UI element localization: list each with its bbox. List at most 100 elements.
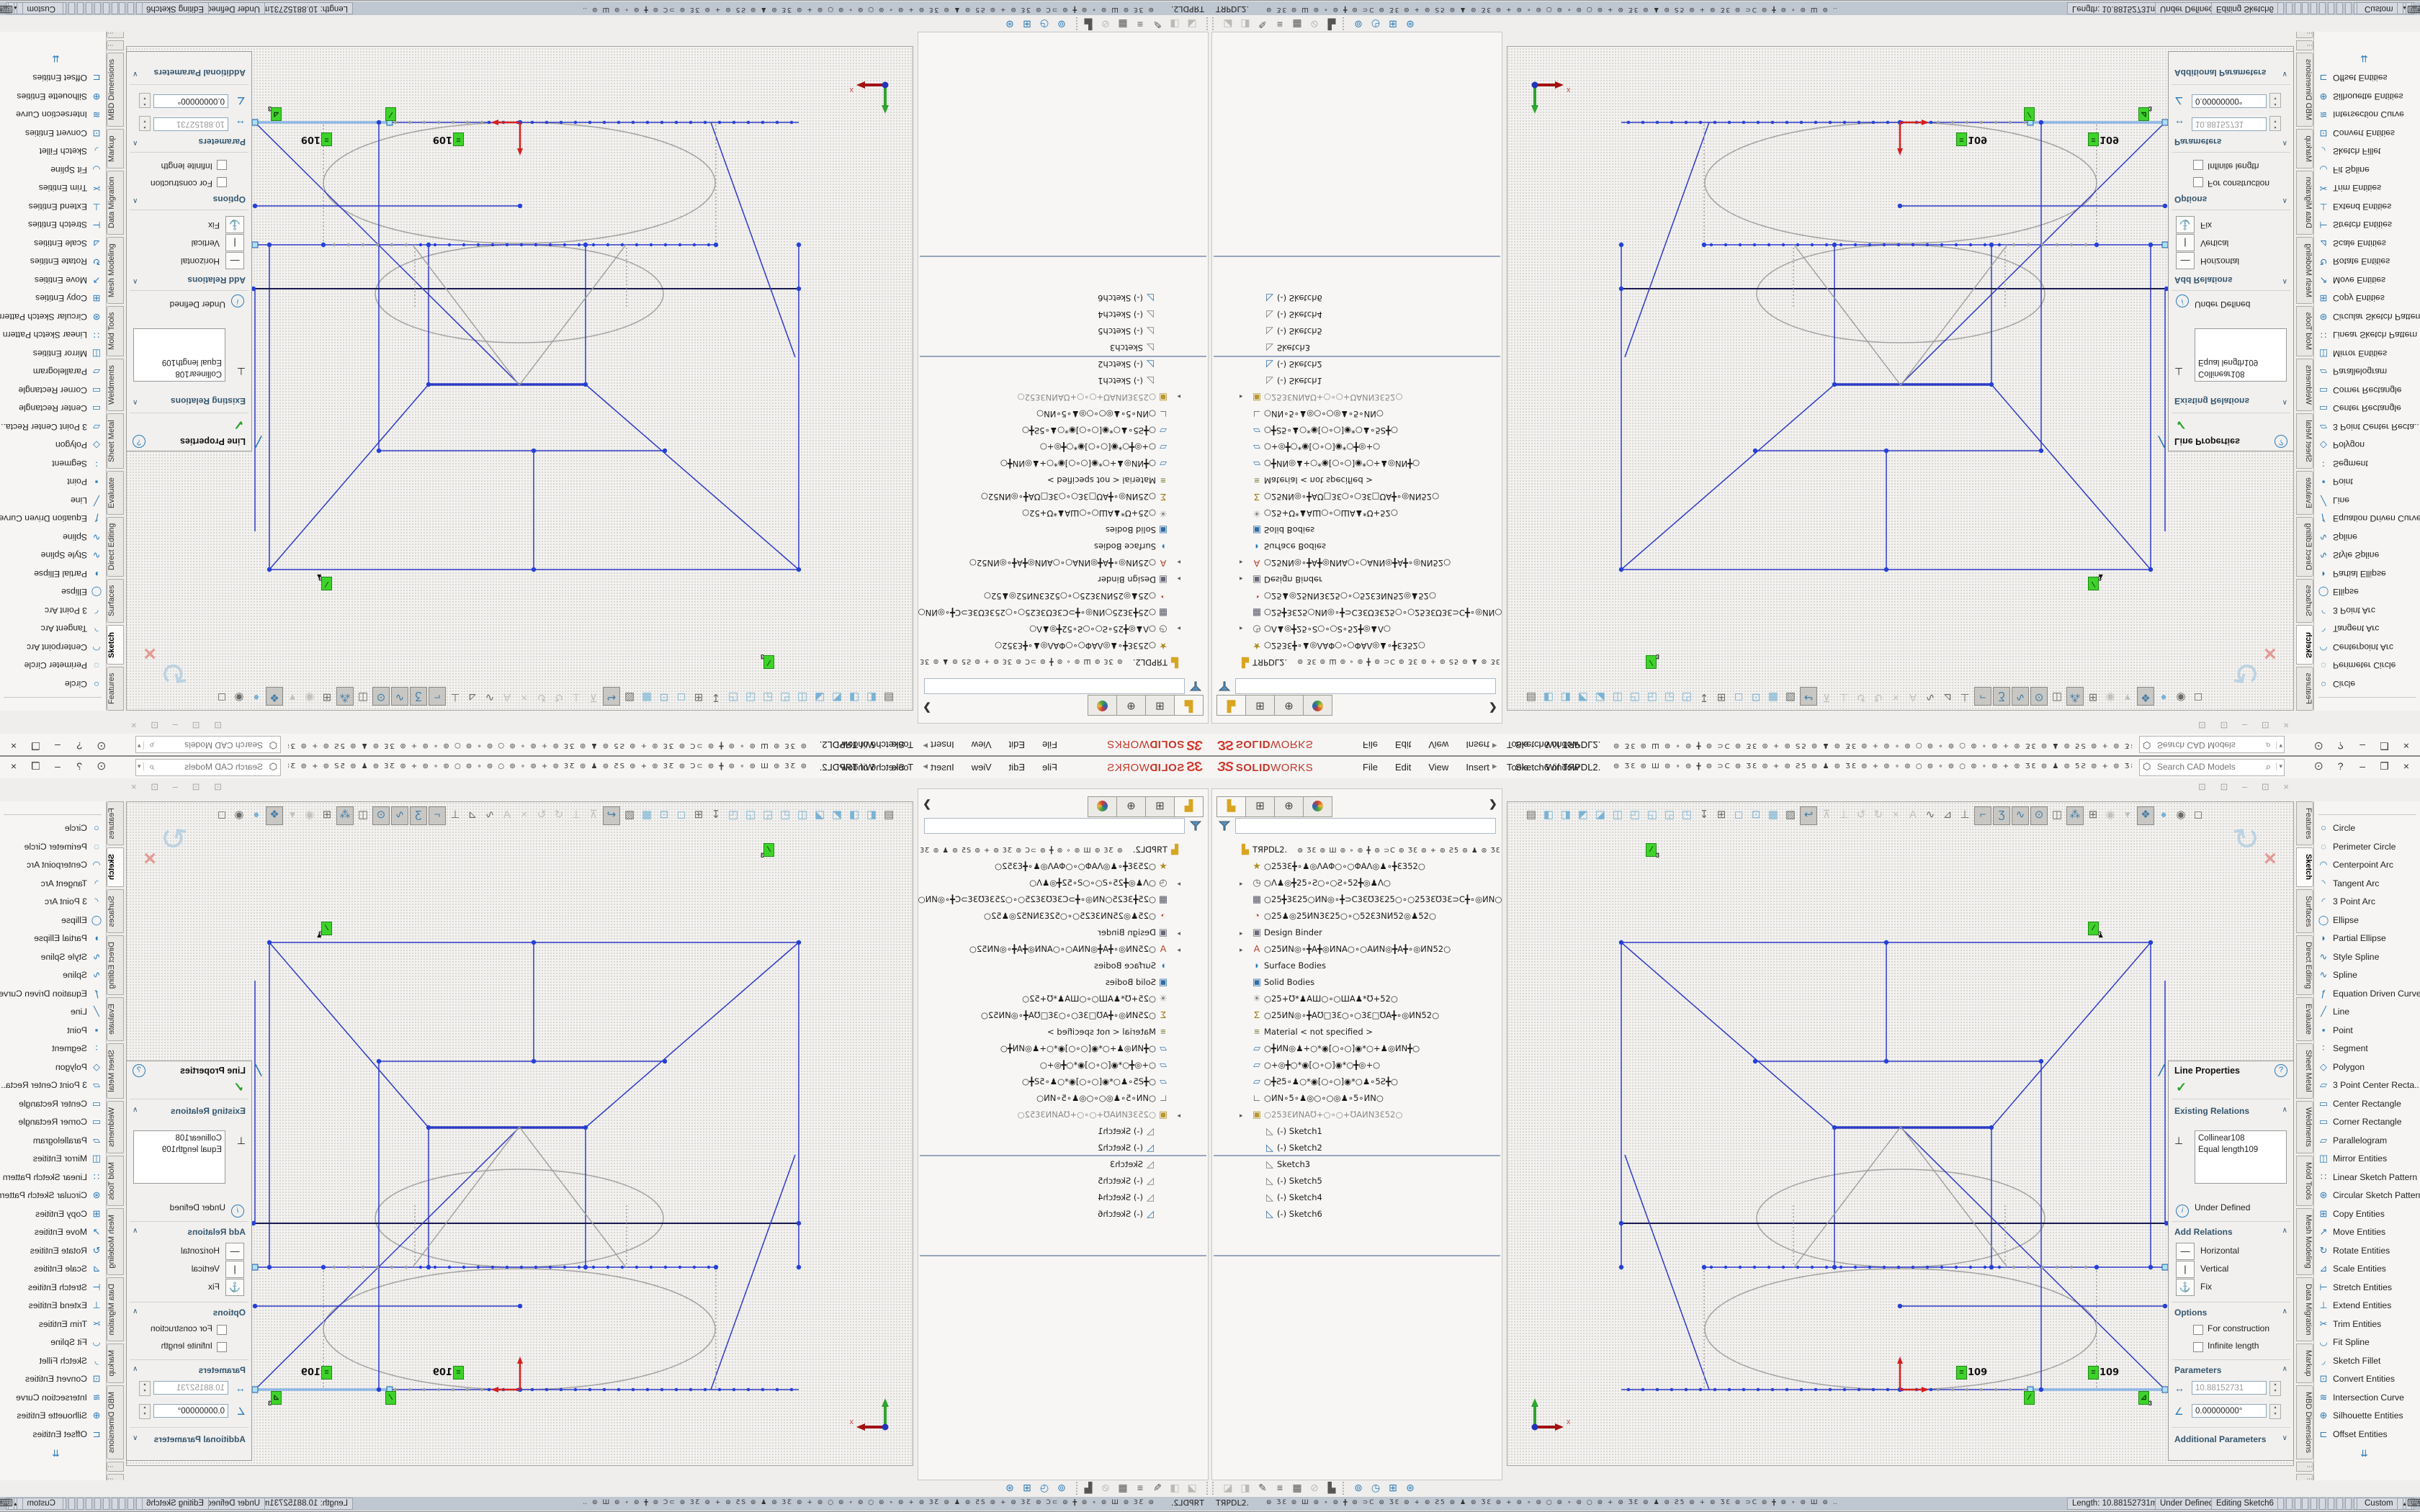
featuremanager-tab[interactable]: ▙ bbox=[1216, 695, 1246, 716]
toolbar-icon-33[interactable]: ◉ bbox=[2102, 806, 2118, 824]
toolbar-icon-27[interactable]: Ʒ bbox=[410, 806, 427, 825]
add-relations-header[interactable]: Add Relations bbox=[2174, 1227, 2233, 1237]
toolbar-icon-18[interactable]: ⊥ bbox=[568, 806, 584, 824]
sketch-point[interactable] bbox=[1699, 1388, 1702, 1391]
toolbar-icon-12[interactable]: ◻ bbox=[1731, 688, 1747, 706]
sketch-point[interactable] bbox=[1937, 121, 1940, 124]
tool-offset-entities[interactable]: ⊏Offset Entities bbox=[0, 1425, 106, 1444]
sketch-point[interactable] bbox=[1767, 243, 1770, 246]
toolbar-icon-13[interactable]: ⊡ bbox=[1748, 806, 1764, 824]
horizontal-relation-button[interactable]: — bbox=[2176, 1243, 2195, 1260]
sketch-point[interactable] bbox=[660, 121, 663, 124]
sketch-line[interactable] bbox=[269, 942, 429, 1128]
close-button[interactable]: × bbox=[4, 740, 23, 752]
infinite-length-checkbox[interactable] bbox=[2193, 1342, 2203, 1352]
restore-button[interactable]: ❐ bbox=[2375, 760, 2394, 773]
toolbar-icon-25[interactable]: ⊥ bbox=[447, 688, 463, 706]
toolbar-icon-5[interactable]: ◫ bbox=[1610, 688, 1626, 706]
cmd-tab-stub[interactable]: ⋮ bbox=[107, 40, 124, 50]
tree-item[interactable]: ☀○25+Ʊ*♟ΑШ○∘○ШΑ♟*Ʊ+52○ bbox=[1212, 505, 1502, 522]
cmd-tab-sketch[interactable]: Sketch bbox=[107, 626, 124, 665]
sketch-point[interactable] bbox=[635, 1266, 638, 1269]
tree-expander-icon[interactable]: ▸ bbox=[1170, 555, 1180, 570]
sketch-point[interactable] bbox=[1839, 1266, 1842, 1269]
pin-icon[interactable]: ▸ bbox=[1492, 740, 1497, 752]
sketch-point[interactable] bbox=[347, 243, 350, 246]
tree-item[interactable]: ▱○+◎╋○*◉[○∘○]◉*○╋◎+○ bbox=[918, 1056, 1208, 1073]
sketch-vertex[interactable] bbox=[2039, 449, 2043, 453]
fix-relation-button[interactable]: ⚓ bbox=[225, 216, 244, 233]
for-construction-label[interactable]: For construction bbox=[151, 1323, 212, 1333]
close-button[interactable]: × bbox=[4, 760, 23, 772]
search-dropdown-icon[interactable]: ▾ bbox=[2276, 742, 2282, 750]
tool-linear-sketch-pattern[interactable]: ∷Linear Sketch Pattern bbox=[2314, 326, 2420, 345]
tool-silhouette-entities[interactable]: ⊕Silhouette Entities bbox=[0, 88, 106, 107]
vertical-relation-button[interactable]: | bbox=[225, 1261, 244, 1278]
tool-line[interactable]: ╱Line bbox=[0, 492, 106, 510]
toolbar-icon-13[interactable]: ⊡ bbox=[656, 688, 672, 706]
sketch-vertex[interactable] bbox=[2148, 1265, 2153, 1269]
tool-center-rectangle[interactable]: ▭Center Rectangle bbox=[2314, 400, 2420, 418]
sketch-point[interactable] bbox=[761, 1388, 764, 1391]
toolbar-icon-29[interactable]: ⊙ bbox=[2030, 687, 2048, 706]
tree-item[interactable]: ◺Sketch3 bbox=[918, 340, 1208, 356]
tree-item[interactable]: ◺(-) Sketch5 bbox=[1212, 323, 1502, 340]
sketch-point[interactable] bbox=[423, 121, 426, 124]
sketch-vertex[interactable] bbox=[2039, 1059, 2043, 1063]
toolbar-icon-37[interactable]: ◉ bbox=[2173, 688, 2189, 706]
sketch-point[interactable] bbox=[1627, 1388, 1630, 1391]
bottom-toolbar-icon-3[interactable]: ≡ bbox=[1271, 1480, 1289, 1495]
relation-badge[interactable]: ≡109 bbox=[1956, 1366, 1967, 1380]
toolbar-icon-38[interactable]: ◻ bbox=[2190, 688, 2206, 706]
cmd-tab-weldments[interactable]: Weldments bbox=[107, 1101, 124, 1153]
display-manager-tab[interactable] bbox=[1303, 796, 1332, 817]
sketch-vertex[interactable] bbox=[1898, 204, 1902, 208]
sketch-line[interactable] bbox=[1991, 942, 2151, 1128]
bottom-toolbar-icon-0[interactable]: ◪ bbox=[1183, 17, 1201, 32]
tree-item[interactable]: ◺(-) Sketch4 bbox=[918, 1189, 1208, 1205]
bottom-toolbar-icon-4[interactable]: ▦ bbox=[1114, 1480, 1131, 1495]
sketch-point[interactable] bbox=[1930, 121, 1932, 124]
toolbar-icon-4[interactable]: ◪ bbox=[1592, 688, 1608, 706]
toolbar-icon-24[interactable]: ⊿ bbox=[465, 806, 480, 824]
bottom-toolbar-icon-1[interactable]: ◨ bbox=[1166, 17, 1183, 32]
document-window-controls[interactable]: ⊡ ⊡ – ⊡ × bbox=[125, 719, 222, 731]
toolbar-icon-15[interactable]: ▨ bbox=[622, 806, 637, 824]
toolbar-icon-23[interactable]: ∿ bbox=[482, 688, 498, 706]
help-icon[interactable]: ? bbox=[2331, 740, 2350, 752]
tool-scale-entities[interactable]: ⊿Scale Entities bbox=[2314, 235, 2420, 253]
sketch-point[interactable] bbox=[1627, 121, 1630, 124]
sketch-point[interactable] bbox=[2056, 1266, 2058, 1269]
collapse-chevron-icon[interactable]: ∧ bbox=[133, 1227, 138, 1235]
toolbar-icon-30[interactable]: ◫ bbox=[355, 688, 371, 706]
cmd-tab-features[interactable]: Features bbox=[2296, 801, 2313, 845]
fix-relation-label[interactable]: Fix bbox=[208, 220, 220, 230]
tree-expander-icon[interactable]: ▸ bbox=[1240, 925, 1250, 940]
sketch-point[interactable] bbox=[693, 243, 696, 246]
sketch-point[interactable] bbox=[1912, 1266, 1914, 1269]
tree-item[interactable]: ▸▣○253ƐИNΑƱ+○∘○+ƱΑИN3Ɛ52○ bbox=[918, 390, 1208, 406]
parameters-header[interactable]: Parameters bbox=[2174, 137, 2221, 147]
toolbar-icon-18[interactable]: ⊥ bbox=[568, 688, 584, 706]
sketch-point[interactable] bbox=[689, 1388, 692, 1391]
tree-item[interactable]: ◺(-) Sketch6 bbox=[1212, 1205, 1502, 1222]
account-icon[interactable]: ⊙ bbox=[92, 739, 111, 753]
relation-badge[interactable]: ≡109 bbox=[321, 1366, 332, 1380]
toolbar-icon-28[interactable]: ∿ bbox=[391, 806, 408, 825]
tool-fit-spline[interactable]: ◡Fit Spline bbox=[2314, 1333, 2420, 1351]
cmd-tab-data-migration[interactable]: Data Migration bbox=[2296, 171, 2313, 235]
cmd-tab-mold-tools[interactable]: Mold Tools bbox=[107, 1156, 124, 1206]
sketch-point[interactable] bbox=[1710, 243, 1713, 246]
sketch-point[interactable] bbox=[678, 1266, 681, 1269]
for-construction-checkbox[interactable] bbox=[217, 1325, 227, 1335]
bottom-toolbar-icon-10[interactable]: ⊞ bbox=[1018, 17, 1036, 32]
vertical-relation-button[interactable]: | bbox=[2176, 1261, 2195, 1278]
toolbar-icon-36[interactable]: ● bbox=[2156, 688, 2172, 706]
sketch-point[interactable] bbox=[660, 1388, 663, 1391]
selected-endpoint-handle[interactable] bbox=[252, 120, 258, 125]
expand-chevron-icon[interactable]: ∨ bbox=[2282, 1434, 2287, 1442]
tool-move-entities[interactable]: ↗Move Entities bbox=[0, 271, 106, 290]
tool-tangent-arc[interactable]: ◝Tangent Arc bbox=[2314, 874, 2420, 893]
sketch-point[interactable] bbox=[2027, 243, 2030, 246]
sketch-point[interactable] bbox=[1800, 1388, 1803, 1391]
